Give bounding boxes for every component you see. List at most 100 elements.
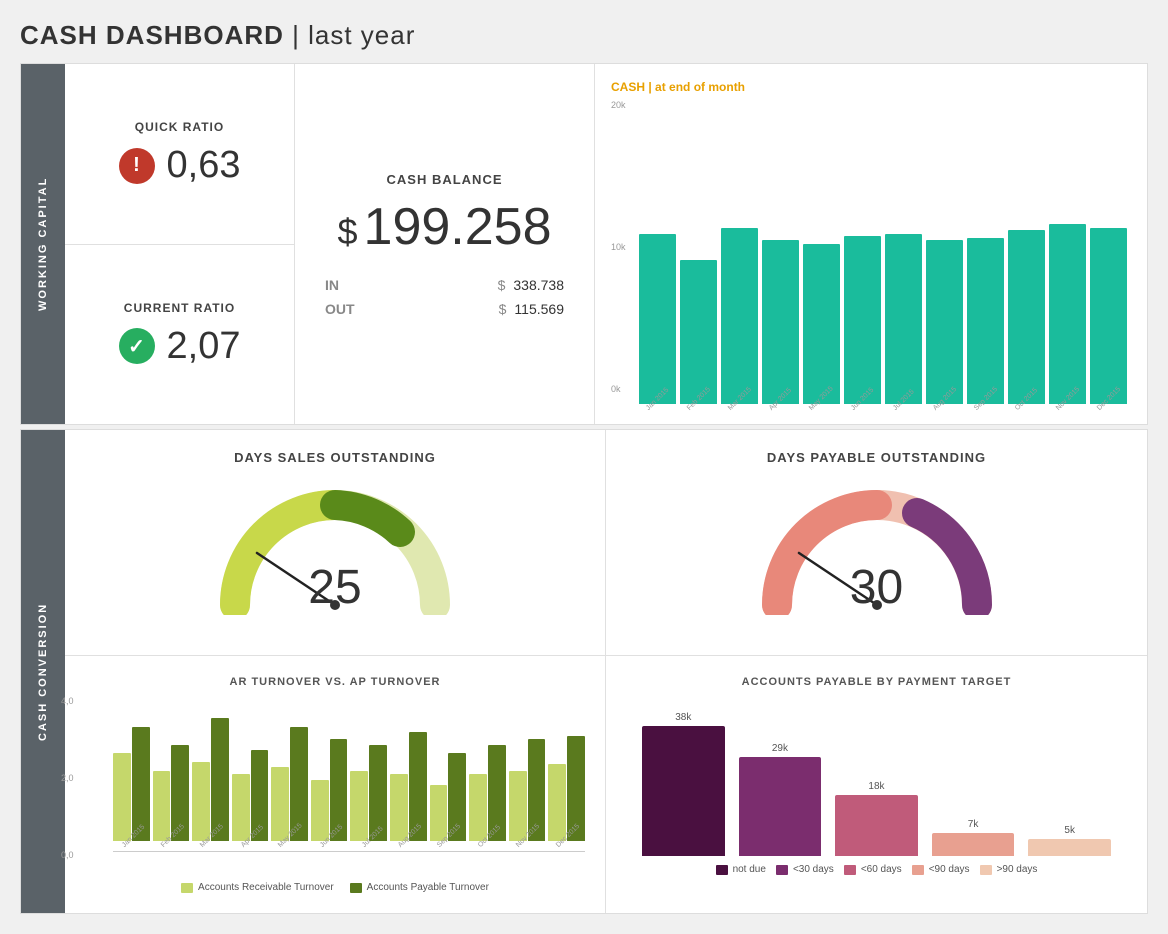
quick-ratio-icon: ! <box>119 148 155 184</box>
ar-bar <box>232 774 250 841</box>
cash-bar <box>721 228 758 404</box>
turnover-title: AR TURNOVER VS. AP TURNOVER <box>85 676 585 688</box>
ap-legend-dot <box>716 865 728 875</box>
cash-flow-rows: IN $ 338.738 OUT $ 115.569 <box>315 277 574 317</box>
cash-main-value: $ 199.258 <box>338 197 552 257</box>
dashboard: WORKING CAPITAL QUICK RATIO ! 0,63 CURRE… <box>20 63 1148 914</box>
dso-cell: DAYS SALES OUTSTANDING <box>65 430 606 656</box>
ap-bar-area: 38k 29k 18k 7k 5k <box>626 696 1127 856</box>
current-ratio-value: 2,07 <box>167 325 241 368</box>
cash-conversion-label: CASH CONVERSION <box>21 430 65 913</box>
dpo-gauge-wrap: 30 <box>757 485 997 625</box>
current-ratio-icon: ✓ <box>119 328 155 364</box>
legend-ar-label: Accounts Receivable Turnover <box>198 882 334 893</box>
turnover-bar-group: Jul 2015 <box>350 745 387 851</box>
dso-gauge-wrap: 25 <box>215 485 455 625</box>
cash-out-row: OUT $ 115.569 <box>315 301 574 317</box>
cash-bar <box>639 234 676 404</box>
dso-gauge: 25 <box>85 475 585 635</box>
quick-ratio-box: QUICK RATIO ! 0,63 <box>65 64 294 245</box>
cash-in-dollar: $ <box>498 277 506 293</box>
legend-ap: Accounts Payable Turnover <box>350 882 489 893</box>
period-separator: | <box>292 20 308 50</box>
ap-legend: not due <30 days <60 days <90 days >90 days <box>626 864 1127 875</box>
legend-ar: Accounts Receivable Turnover <box>181 882 334 893</box>
cash-in-row: IN $ 338.738 <box>315 277 574 293</box>
cash-bar-col: Feb 2015 <box>680 260 717 414</box>
quick-ratio-row: ! 0,63 <box>119 144 241 187</box>
cash-conversion-section: CASH CONVERSION DAYS SALES OUTSTANDING <box>20 429 1148 914</box>
dso-title: DAYS SALES OUTSTANDING <box>85 450 585 465</box>
working-capital-section: WORKING CAPITAL QUICK RATIO ! 0,63 CURRE… <box>20 63 1148 425</box>
cash-bar-col: Mar 2015 <box>721 228 758 414</box>
ar-bar <box>271 767 289 841</box>
cash-bar-col: Sep 2015 <box>967 238 1004 414</box>
ar-bar <box>192 762 210 841</box>
ap-bar-col: 18k <box>835 781 918 856</box>
dpo-value: 30 <box>850 560 903 615</box>
cash-bar <box>926 240 963 404</box>
turnover-bar-group: Nov 2015 <box>509 739 546 851</box>
page-title: CASH DASHBOARD | last year <box>20 20 1148 51</box>
ap-legend-item: <60 days <box>844 864 902 875</box>
cash-balance-value: 199.258 <box>364 197 552 257</box>
ap-legend-item: not due <box>716 864 766 875</box>
ar-bar <box>113 753 131 841</box>
ap-bar-top-label: 5k <box>1064 825 1075 836</box>
cash-bar-col: Aug 2015 <box>926 240 963 414</box>
cash-out-vals: $ 115.569 <box>499 301 564 317</box>
cash-bar-col: Jun 2015 <box>844 236 881 414</box>
turnover-bar-group: Apr 2015 <box>232 750 269 851</box>
turnover-bar-group: Oct 2015 <box>469 745 506 851</box>
ap-legend-label: <30 days <box>793 864 834 875</box>
cash-bar <box>680 260 717 404</box>
cash-in-label: IN <box>325 277 339 293</box>
cash-out-dollar: $ <box>499 301 507 317</box>
working-capital-content: QUICK RATIO ! 0,63 CURRENT RATIO ✓ 2,07 <box>65 64 1147 424</box>
legend-ar-dot <box>181 883 193 893</box>
ap-legend-dot <box>776 865 788 875</box>
ap-bar-rect <box>642 726 725 856</box>
cash-bar <box>844 236 881 404</box>
ap-bar-rect <box>932 833 1015 856</box>
cash-yaxis-label: 0k <box>611 384 626 394</box>
ratio-boxes: QUICK RATIO ! 0,63 CURRENT RATIO ✓ 2,07 <box>65 64 295 424</box>
dpo-cell: DAYS PAYABLE OUTSTANDING <box>606 430 1147 656</box>
ap-legend-label: not due <box>733 864 766 875</box>
ap-bar-col: 29k <box>739 743 822 856</box>
ar-bar <box>469 774 487 841</box>
cash-bar <box>885 234 922 404</box>
cash-chart-area: CASH | at end of month 20k10k0k Jan 2015… <box>595 64 1147 424</box>
cash-in-vals: $ 338.738 <box>498 277 564 293</box>
working-capital-label: WORKING CAPITAL <box>21 64 65 424</box>
cash-in-value: 338.738 <box>513 277 564 293</box>
ap-bar-top-label: 18k <box>868 781 884 792</box>
turnover-bar-group: May 2015 <box>271 727 308 851</box>
legend-ap-dot <box>350 883 362 893</box>
ar-bar <box>311 780 329 841</box>
ap-legend-item: >90 days <box>980 864 1038 875</box>
cash-bar <box>967 238 1004 404</box>
ap-bar-col: 7k <box>932 819 1015 856</box>
turnover-bar-group: Jan 2015 <box>113 727 150 851</box>
cash-balance-panel: CASH BALANCE $ 199.258 IN $ 338.738 OUT <box>295 64 595 424</box>
turnover-legend: Accounts Receivable Turnover Accounts Pa… <box>85 882 585 893</box>
ap-bar-rect <box>739 757 822 856</box>
turnover-bar-group: Jun 2015 <box>311 739 348 851</box>
cash-bar-col: Nov 2015 <box>1049 224 1086 414</box>
ap-legend-item: <90 days <box>912 864 970 875</box>
ap-bar-top-label: 38k <box>675 712 691 723</box>
turnover-yaxis-label: 0,0 <box>61 850 74 860</box>
turnover-yaxis-label: 4,0 <box>61 696 74 706</box>
ap-legend-label: <60 days <box>861 864 902 875</box>
cash-bar <box>762 240 799 404</box>
cash-bar <box>1090 228 1127 404</box>
ap-payment-cell: ACCOUNTS PAYABLE BY PAYMENT TARGET 38k29… <box>606 656 1147 913</box>
cash-chart-title: CASH | at end of month <box>611 80 1127 94</box>
cash-bar <box>803 244 840 404</box>
cash-bar <box>1008 230 1045 404</box>
ar-bar <box>153 771 171 841</box>
cash-balance-title: CASH BALANCE <box>387 172 503 187</box>
cash-bar-col: Dec 2015 <box>1090 228 1127 414</box>
period-label: last year <box>308 20 415 50</box>
